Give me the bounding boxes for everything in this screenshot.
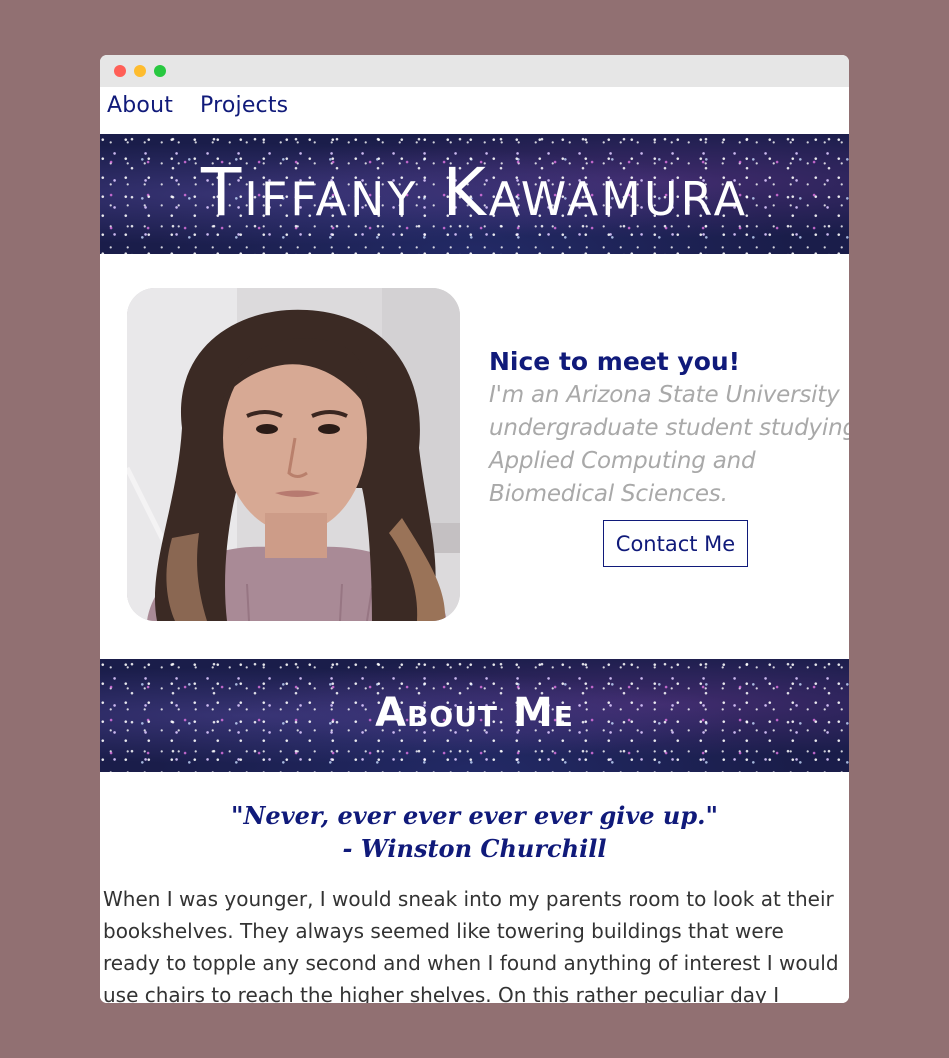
nav-link-about[interactable]: About: [107, 93, 173, 118]
window-titlebar: [100, 55, 849, 87]
top-navigation: About Projects: [100, 87, 849, 134]
browser-window: About Projects Tiffany Kawamura Nice to …: [100, 55, 849, 1003]
quote-author: - Winston Churchill: [342, 834, 607, 863]
minimize-window-button[interactable]: [134, 65, 146, 77]
intro-section: Nice to meet you! I'm an Arizona State U…: [489, 345, 849, 511]
about-body-text: When I was younger, I would sneak into m…: [103, 887, 839, 1003]
intro-description: I'm an Arizona State University undergra…: [489, 382, 849, 507]
hero-banner: Tiffany Kawamura: [100, 134, 849, 254]
nav-link-projects[interactable]: Projects: [200, 93, 288, 118]
close-window-button[interactable]: [114, 65, 126, 77]
about-banner: About Me: [100, 659, 849, 772]
quote: "Never, ever ever ever ever give up." - …: [100, 799, 849, 865]
about-title: About Me: [375, 690, 574, 736]
intro-heading: Nice to meet you!: [489, 347, 741, 376]
page-viewport[interactable]: About Projects Tiffany Kawamura Nice to …: [100, 87, 849, 1003]
site-title: Tiffany Kawamura: [200, 154, 749, 231]
profile-photo: [127, 288, 460, 621]
quote-text: "Never, ever ever ever ever give up.": [230, 801, 719, 830]
maximize-window-button[interactable]: [154, 65, 166, 77]
contact-me-button[interactable]: Contact Me: [603, 520, 748, 567]
profile-photo-illustration: [127, 288, 460, 621]
